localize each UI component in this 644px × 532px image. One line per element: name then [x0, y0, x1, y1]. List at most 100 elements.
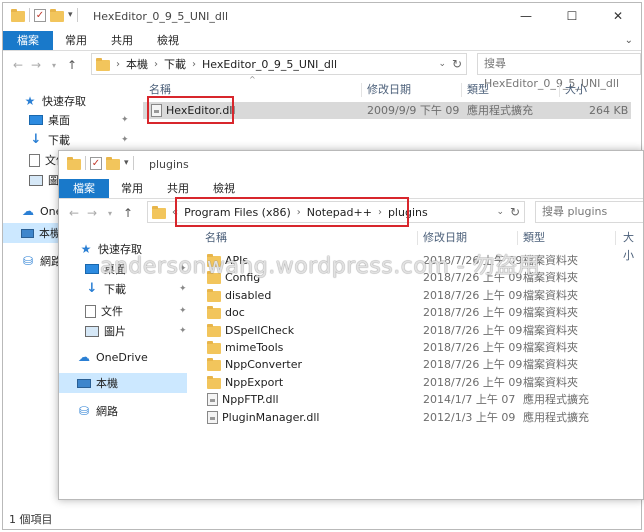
column-header-date[interactable]: 修改日期: [423, 229, 467, 247]
item-date: 2012/1/3 上午 09: [423, 410, 516, 424]
star-icon: ★: [24, 94, 36, 108]
breadcrumb-item[interactable]: 下載: [164, 56, 186, 72]
column-header-size[interactable]: 大小: [565, 81, 587, 99]
dll-file-icon: [207, 393, 218, 407]
list-item[interactable]: Config 2018/7/26 上午 09 檔案資料夾: [199, 269, 639, 286]
item-name: doc: [225, 306, 245, 320]
item-date: 2018/7/26 上午 09: [423, 306, 523, 320]
highlight-box: [147, 96, 234, 124]
list-item[interactable]: disabled 2018/7/26 上午 09 檔案資料夾: [199, 287, 639, 304]
column-header-type[interactable]: 類型: [467, 81, 489, 99]
sort-up-icon: ^: [249, 75, 256, 84]
item-name: Config: [225, 271, 261, 285]
file-size: 264 KB: [589, 104, 629, 117]
refresh-icon[interactable]: ↻: [452, 57, 462, 71]
minimize-button[interactable]: —: [503, 3, 549, 31]
item-type: 檔案資料夾: [523, 306, 578, 320]
breadcrumb-item[interactable]: 本機: [126, 56, 148, 72]
sidebar-item-this-pc[interactable]: 本機: [59, 373, 187, 393]
new-folder-icon[interactable]: [106, 156, 120, 170]
download-icon: ↓: [30, 132, 42, 147]
up-arrow-icon[interactable]: ↑: [119, 206, 137, 220]
history-dropdown-icon[interactable]: ▾: [45, 61, 63, 70]
list-item[interactable]: PluginManager.dll 2012/1/3 上午 09 應用程式擴充: [199, 409, 639, 426]
item-name: NppExport: [225, 375, 284, 389]
back-search-input[interactable]: 搜尋 HexEditor_0_9_5_UNI_dll: [477, 53, 641, 90]
item-name: DSpellCheck: [225, 323, 295, 337]
item-name: PluginManager.dll: [222, 410, 320, 424]
sidebar-item-network[interactable]: ⛁ 網路: [21, 251, 62, 271]
sidebar-item-pictures[interactable]: 圖片 ✦: [85, 321, 189, 341]
back-address-bar[interactable]: › 本機 › 下載 › HexEditor_0_9_5_UNI_dll ⌄ ↻: [91, 53, 467, 75]
close-button[interactable]: ✕: [595, 3, 641, 31]
list-item[interactable]: NppConverter 2018/7/26 上午 09 檔案資料夾: [199, 356, 639, 373]
item-type: 應用程式擴充: [523, 393, 589, 407]
forward-arrow-icon[interactable]: →: [83, 206, 101, 220]
sidebar-item-desktop[interactable]: 桌面 ✦: [29, 110, 129, 130]
front-title-bar: ✓ ▾ plugins: [59, 151, 643, 179]
maximize-button[interactable]: ☐: [549, 3, 595, 31]
cloud-icon: ☁: [78, 350, 90, 364]
sidebar-item-this-pc[interactable]: 本機: [3, 223, 61, 243]
sidebar-item-quick-access[interactable]: ★ 快速存取: [79, 239, 142, 259]
tab-home[interactable]: 常用: [53, 31, 99, 50]
address-dropdown-icon[interactable]: ⌄: [496, 207, 504, 217]
properties-icon[interactable]: ✓: [90, 156, 102, 170]
item-type: 應用程式擴充: [523, 410, 589, 424]
list-item[interactable]: NppExport 2018/7/26 上午 09 檔案資料夾: [199, 374, 639, 391]
list-item[interactable]: NppFTP.dll 2014/1/7 上午 07 應用程式擴充: [199, 391, 639, 408]
column-header-name[interactable]: 名稱: [205, 229, 227, 247]
tab-view[interactable]: 檢視: [145, 31, 191, 50]
folder-icon: [152, 205, 166, 219]
list-item[interactable]: DSpellCheck 2018/7/26 上午 09 檔案資料夾: [199, 322, 639, 339]
tab-home[interactable]: 常用: [109, 179, 155, 198]
folder-icon: [207, 341, 221, 354]
expand-ribbon-icon[interactable]: ⌄: [625, 31, 633, 50]
network-icon: ⛁: [78, 404, 90, 418]
tab-file[interactable]: 檔案: [59, 179, 109, 198]
item-type: 檔案資料夾: [523, 288, 578, 302]
sidebar-item-desktop[interactable]: 桌面 ✦: [85, 259, 189, 279]
item-date: 2018/7/26 上午 09: [423, 323, 523, 337]
item-name: APIs: [225, 254, 249, 267]
item-type: 檔案資料夾: [523, 271, 578, 285]
forward-arrow-icon[interactable]: →: [27, 58, 45, 72]
front-search-input[interactable]: 搜尋 plugins: [535, 201, 643, 223]
sidebar-item-downloads[interactable]: ↓ 下載 ✦: [29, 130, 129, 150]
address-dropdown-icon[interactable]: ⌄: [438, 59, 446, 69]
column-header-date[interactable]: 修改日期: [367, 81, 411, 99]
tab-share[interactable]: 共用: [99, 31, 145, 50]
sidebar-item-quick-access[interactable]: ★ 快速存取: [23, 91, 86, 111]
list-item[interactable]: mimeTools 2018/7/26 上午 09 檔案資料夾: [199, 339, 639, 356]
item-name: NppFTP.dll: [222, 393, 279, 407]
folder-icon: [96, 57, 110, 71]
breadcrumb-item[interactable]: HexEditor_0_9_5_UNI_dll: [202, 58, 337, 71]
sidebar-item-onedrive[interactable]: ☁ OneDrive: [77, 347, 148, 367]
sidebar-item-documents[interactable]: 文件 ✦: [85, 301, 189, 321]
document-icon: [29, 153, 40, 167]
properties-icon[interactable]: ✓: [34, 8, 46, 22]
column-header-size[interactable]: 大小: [623, 229, 643, 262]
column-header-type[interactable]: 類型: [523, 229, 545, 247]
list-item[interactable]: doc 2018/7/26 上午 09 檔案資料夾: [199, 304, 639, 321]
desktop-icon: [29, 115, 43, 125]
sidebar-item-downloads[interactable]: ↓ 下載 ✦: [85, 279, 189, 299]
new-folder-icon[interactable]: [50, 8, 64, 22]
item-date: 2018/7/26 上午 09: [423, 375, 523, 389]
tab-view[interactable]: 檢視: [201, 179, 247, 198]
customize-toolbar-icon[interactable]: ▾: [68, 10, 73, 20]
item-name: disabled: [225, 288, 272, 302]
tab-share[interactable]: 共用: [155, 179, 201, 198]
up-arrow-icon[interactable]: ↑: [63, 58, 81, 72]
tab-file[interactable]: 檔案: [3, 31, 53, 50]
highlight-box: [175, 197, 409, 227]
sidebar-item-network[interactable]: ⛁ 網路: [77, 401, 118, 421]
refresh-icon[interactable]: ↻: [510, 205, 520, 219]
customize-toolbar-icon[interactable]: ▾: [124, 158, 129, 168]
item-type: 檔案資料夾: [523, 358, 578, 372]
back-arrow-icon[interactable]: ←: [65, 206, 83, 220]
history-dropdown-icon[interactable]: ▾: [101, 209, 119, 218]
back-arrow-icon[interactable]: ←: [9, 58, 27, 72]
list-item[interactable]: APIs 2018/7/26 上午 09 檔案資料夾: [199, 252, 639, 269]
dll-file-icon: [207, 410, 218, 424]
